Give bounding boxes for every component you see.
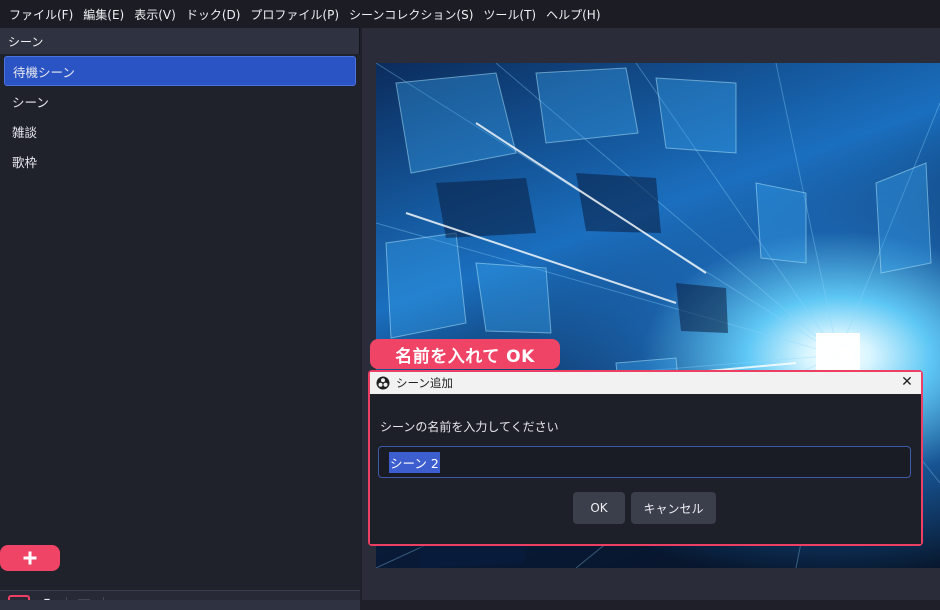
menu-tools[interactable]: ツール(T) xyxy=(478,6,541,23)
dialog-title: シーン追加 xyxy=(396,376,453,390)
scene-item-singing[interactable]: 歌枠 xyxy=(4,146,356,176)
scene-item-label: 待機シーン xyxy=(13,64,75,80)
close-icon[interactable]: ✕ xyxy=(899,374,915,390)
instruction-callout: 名前を入れて OK xyxy=(370,339,560,369)
plus-icon xyxy=(23,551,37,565)
scene-list: 待機シーン シーン 雑談 歌枠 xyxy=(0,54,360,610)
dialog-prompt-label: シーンの名前を入力してください xyxy=(380,420,559,434)
menu-profile[interactable]: プロファイル(P) xyxy=(245,6,344,23)
cancel-button[interactable]: キャンセル xyxy=(631,492,716,524)
scenes-dock-header: シーン xyxy=(0,28,359,54)
scenes-dock-title: シーン xyxy=(8,34,44,49)
sources-dock-header-edge xyxy=(0,600,360,610)
menu-dock[interactable]: ドック(D) xyxy=(181,6,246,23)
scene-name-input-value: シーン 2 xyxy=(389,451,440,473)
obs-logo-icon xyxy=(376,376,390,390)
menu-view[interactable]: 表示(V) xyxy=(129,6,181,23)
ok-button[interactable]: OK xyxy=(573,492,625,524)
menubar: ファイル(F) 編集(E) 表示(V) ドック(D) プロファイル(P) シーン… xyxy=(0,0,940,28)
plus-annotation-badge xyxy=(0,545,60,571)
menu-help[interactable]: ヘルプ(H) xyxy=(541,6,605,23)
menu-edit[interactable]: 編集(E) xyxy=(78,6,129,23)
scene-item-label: 歌枠 xyxy=(12,154,38,170)
scene-item-label: 雑談 xyxy=(12,124,38,140)
scene-item-standby[interactable]: 待機シーン xyxy=(4,56,356,86)
scenes-dock: シーン 待機シーン シーン 雑談 歌枠 xyxy=(0,28,360,610)
add-scene-dialog: シーンの名前を入力してください シーン 2 OK キャンセル xyxy=(370,394,921,544)
add-scene-dialog-titlebar: シーン追加 ✕ xyxy=(370,372,921,394)
scene-name-input[interactable]: シーン 2 xyxy=(378,446,911,478)
menu-scene-collection[interactable]: シーンコレクション(S) xyxy=(344,6,478,23)
menu-file[interactable]: ファイル(F) xyxy=(4,6,78,23)
scene-item-scene[interactable]: シーン xyxy=(4,86,356,116)
scene-item-label: シーン xyxy=(12,94,49,110)
status-strip-edge xyxy=(362,600,940,610)
scene-item-chat[interactable]: 雑談 xyxy=(4,116,356,146)
